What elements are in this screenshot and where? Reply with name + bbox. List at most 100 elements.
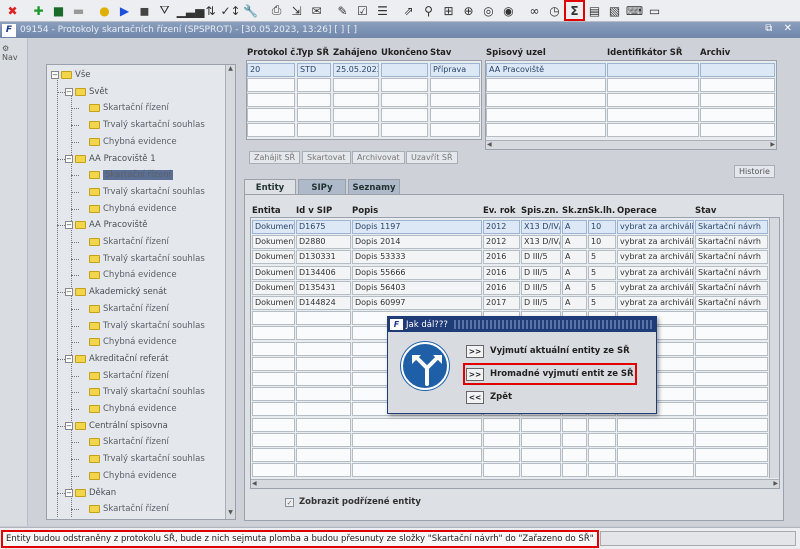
- close-sr-button[interactable]: Uzavřít SŘ: [406, 151, 458, 164]
- save-icon[interactable]: ■: [49, 1, 68, 20]
- table-cell[interactable]: Dopis 2014: [352, 235, 482, 250]
- tree-item[interactable]: Skartační řízení: [79, 235, 169, 249]
- table-cell[interactable]: [521, 432, 561, 447]
- table-cell[interactable]: Dokument: [252, 220, 295, 234]
- table-cell[interactable]: [617, 432, 694, 447]
- table-cell[interactable]: Dokument: [252, 296, 295, 310]
- folder-tree[interactable]: − Vše − Svět Skartační řízení Trvalý skartačn…: [46, 64, 236, 520]
- table-cell[interactable]: Dopis 60997: [352, 296, 482, 310]
- sum-icon[interactable]: Σ: [564, 0, 585, 21]
- tree-icon[interactable]: ⊞: [439, 1, 458, 20]
- table-cell[interactable]: Dokument: [252, 265, 295, 280]
- table-cell[interactable]: Příprava: [430, 63, 480, 77]
- scroll-right-icon[interactable]: ▶: [773, 480, 778, 487]
- table-cell[interactable]: [252, 448, 295, 462]
- table-cell[interactable]: [333, 78, 379, 92]
- table-cell[interactable]: [695, 448, 768, 462]
- expand-icon[interactable]: −: [51, 71, 59, 79]
- table-cell[interactable]: [296, 326, 351, 341]
- back-arrow-button[interactable]: <<: [466, 390, 484, 404]
- table-cell[interactable]: D144824: [296, 296, 351, 310]
- forward-arrow-button[interactable]: >>: [466, 367, 484, 381]
- tree-item[interactable]: Trvalý skartační souhlas: [79, 385, 205, 399]
- table-cell[interactable]: Skartační návrh: [695, 235, 768, 250]
- table-cell[interactable]: 2012: [483, 220, 520, 234]
- table-cell[interactable]: [607, 93, 699, 107]
- tree-item[interactable]: − Děkan: [65, 486, 116, 500]
- table-cell[interactable]: [695, 311, 768, 326]
- table-cell[interactable]: 2017: [483, 296, 520, 310]
- table-cell[interactable]: [430, 108, 480, 122]
- table-cell[interactable]: [252, 356, 295, 371]
- wrench-icon[interactable]: 🔧: [241, 1, 260, 20]
- keyboard-icon[interactable]: ⌨: [625, 1, 644, 20]
- tree-item[interactable]: − Centrální spisovna: [65, 419, 168, 433]
- table-cell[interactable]: [700, 93, 775, 107]
- tree-item[interactable]: Trvalý skartační souhlas: [79, 185, 205, 199]
- table-cell[interactable]: Dokument: [252, 280, 295, 295]
- table-cell[interactable]: [252, 341, 295, 356]
- table-cell[interactable]: Dopis 1197: [352, 220, 482, 234]
- table-cell[interactable]: [562, 417, 587, 432]
- table-cell[interactable]: vybrat za archiválii: [617, 220, 694, 234]
- table-cell[interactable]: [521, 417, 561, 432]
- tree-item[interactable]: Chybná evidence: [79, 469, 177, 483]
- table-cell[interactable]: [430, 93, 480, 107]
- table-cell[interactable]: [617, 448, 694, 462]
- scroll-left-icon[interactable]: ◀: [252, 480, 257, 487]
- filter-icon[interactable]: ⛛: [155, 1, 174, 20]
- table-cell[interactable]: [486, 93, 606, 107]
- table-cell[interactable]: [381, 108, 428, 122]
- table-cell[interactable]: [333, 108, 379, 122]
- table-cell[interactable]: 5: [588, 280, 616, 295]
- globe-icon[interactable]: ⊕: [459, 1, 478, 20]
- table-cell[interactable]: [252, 372, 295, 386]
- table-cell[interactable]: D134406: [296, 265, 351, 280]
- table-cell[interactable]: [486, 108, 606, 122]
- tree-item[interactable]: Chybná evidence: [79, 135, 177, 149]
- table-cell[interactable]: Skartační návrh: [695, 296, 768, 310]
- table-cell[interactable]: [588, 417, 616, 432]
- table-cell[interactable]: 25.05.2023: [333, 63, 379, 77]
- table-cell[interactable]: [700, 78, 775, 92]
- table-cell[interactable]: [252, 387, 295, 402]
- table-cell[interactable]: [296, 417, 351, 432]
- table-cell[interactable]: X13 D/IV/4: [521, 235, 561, 250]
- table-cell[interactable]: [486, 78, 606, 92]
- add-icon[interactable]: ✚: [29, 1, 48, 20]
- table-cell[interactable]: [252, 432, 295, 447]
- table-cell[interactable]: [333, 123, 379, 137]
- table-cell[interactable]: 10: [588, 235, 616, 250]
- table-cell[interactable]: [296, 463, 351, 478]
- table-cell[interactable]: 20: [247, 63, 295, 77]
- table-cell[interactable]: [486, 123, 606, 137]
- table-cell[interactable]: [296, 448, 351, 462]
- table-cell[interactable]: [352, 417, 482, 432]
- table-cell[interactable]: [483, 432, 520, 447]
- table-cell[interactable]: [247, 78, 295, 92]
- archive-button[interactable]: Archivovat: [352, 151, 405, 164]
- table-cell[interactable]: [252, 417, 295, 432]
- table-cell[interactable]: Skartační návrh: [695, 280, 768, 295]
- show-sub-checkbox[interactable]: ✓: [285, 498, 294, 507]
- table-cell[interactable]: Dopis 56403: [352, 280, 482, 295]
- table-cell[interactable]: [296, 387, 351, 402]
- table-cell[interactable]: [381, 63, 428, 77]
- table-cell[interactable]: [562, 448, 587, 462]
- table-cell[interactable]: [607, 78, 699, 92]
- print-icon[interactable]: ⎙: [267, 1, 286, 20]
- table-cell[interactable]: [700, 63, 775, 77]
- table-cell[interactable]: [296, 402, 351, 417]
- table-cell[interactable]: A: [562, 250, 587, 265]
- table-cell[interactable]: A: [562, 220, 587, 234]
- unit-hscrollbar[interactable]: ◀ ▶: [486, 140, 776, 149]
- table-cell[interactable]: A: [562, 235, 587, 250]
- table-cell[interactable]: [607, 108, 699, 122]
- mail-icon[interactable]: ✉: [307, 1, 326, 20]
- table-cell[interactable]: [695, 417, 768, 432]
- tree-item[interactable]: Chybná evidence: [79, 268, 177, 282]
- attach-icon[interactable]: ⚲: [419, 1, 438, 20]
- check-sort-icon[interactable]: ✓↕: [220, 1, 240, 20]
- signal-icon[interactable]: ▁▃▅: [177, 1, 205, 20]
- table-cell[interactable]: [297, 123, 331, 137]
